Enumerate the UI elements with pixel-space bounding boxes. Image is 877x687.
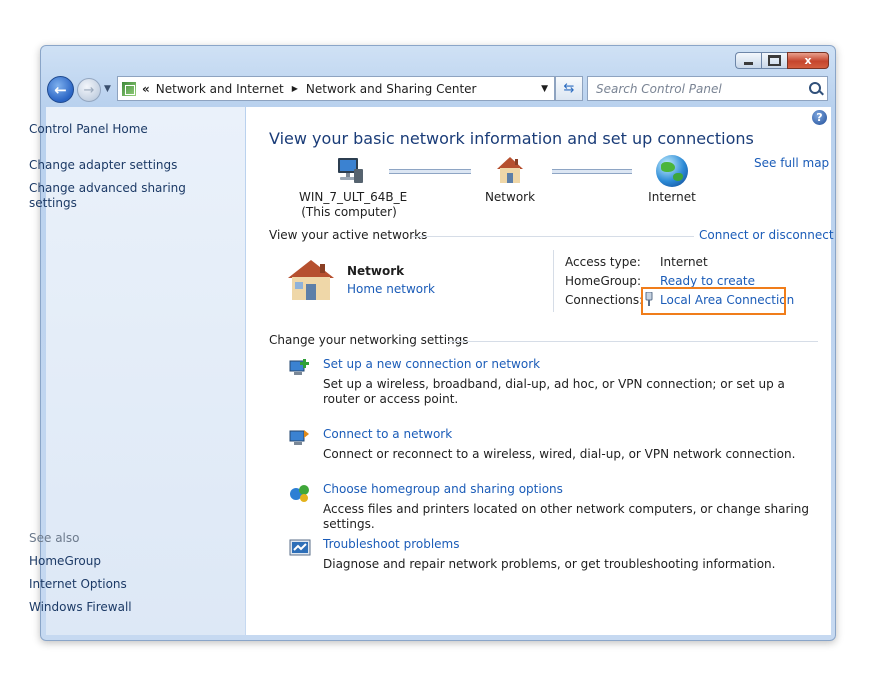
setup-new-connection-desc: Set up a wireless, broadband, dial-up, a… (323, 377, 785, 406)
access-type-label: Access type: (565, 255, 641, 269)
sidebar-link-windows-firewall[interactable]: Windows Firewall (29, 600, 189, 615)
homegroup-sharing-link[interactable]: Choose homegroup and sharing options (323, 482, 563, 496)
recent-pages-dropdown[interactable]: ▼ (104, 84, 111, 94)
see-also-label: See also (29, 531, 80, 545)
connect-to-network-desc: Connect or reconnect to a wireless, wire… (323, 447, 796, 461)
main-content (246, 107, 831, 635)
section-divider (412, 236, 694, 237)
internet-map-label[interactable]: Internet (632, 190, 712, 205)
sidebar-link-internet-options[interactable]: Internet Options (29, 577, 189, 592)
close-button[interactable]: x (787, 52, 829, 69)
breadcrumb-overflow[interactable]: « (142, 82, 150, 96)
globe-icon (656, 155, 688, 187)
house-icon-large (288, 260, 334, 300)
highlight-box (641, 287, 786, 315)
forward-arrow-icon: → (83, 82, 95, 98)
new-connection-icon (289, 359, 309, 375)
troubleshoot-link[interactable]: Troubleshoot problems (323, 537, 459, 551)
page-title: View your basic network information and … (269, 129, 754, 148)
troubleshoot-icon (289, 539, 311, 556)
computer-name: WIN_7_ULT_64B_E (299, 190, 408, 204)
address-bar[interactable]: « Network and Internet ▶ Network and Sha… (117, 76, 555, 101)
control-panel-icon (122, 81, 136, 96)
maximize-button[interactable] (761, 52, 787, 69)
search-icon[interactable] (809, 82, 821, 94)
connections-label: Connections: (565, 293, 644, 307)
connect-to-network-link[interactable]: Connect to a network (323, 427, 452, 441)
refresh-button[interactable]: ⇆ (555, 76, 583, 101)
caption-buttons: x (735, 52, 829, 69)
connect-or-disconnect-link[interactable]: Connect or disconnect (699, 228, 834, 242)
connect-network-icon (289, 430, 309, 445)
network-type-link[interactable]: Home network (347, 282, 435, 296)
section-divider-2 (448, 341, 818, 342)
back-arrow-icon: ← (54, 80, 67, 99)
computer-icon (338, 158, 363, 183)
network-name: Network (347, 264, 405, 278)
change-settings-header: Change your networking settings (269, 333, 469, 347)
help-icon[interactable]: ? (812, 110, 827, 125)
homegroup-icon (290, 485, 309, 502)
minimize-button[interactable] (735, 52, 761, 69)
homegroup-ready-link[interactable]: Ready to create (660, 274, 755, 288)
close-icon: x (804, 54, 812, 67)
setup-new-connection-link[interactable]: Set up a new connection or network (323, 357, 540, 371)
sidebar-link-change-adapter-settings[interactable]: Change adapter settings (29, 158, 189, 173)
minimize-icon (744, 61, 753, 65)
breadcrumb-separator-icon[interactable]: ▶ (292, 84, 298, 93)
troubleshoot-desc: Diagnose and repair network problems, or… (323, 557, 776, 571)
search-input[interactable]: Search Control Panel (587, 76, 828, 101)
map-connector-2 (552, 169, 632, 174)
chevron-down-icon: ▼ (104, 84, 111, 94)
map-connector-1 (389, 169, 471, 174)
access-type-value: Internet (660, 255, 708, 269)
breadcrumb-network-and-internet[interactable]: Network and Internet (156, 82, 284, 96)
network-details-divider (553, 250, 554, 312)
sidebar-link-change-advanced-sharing[interactable]: Change advanced sharing settings (29, 181, 189, 211)
homegroup-label: HomeGroup: (565, 274, 642, 288)
computer-subtitle: (This computer) (301, 205, 397, 219)
see-full-map-link[interactable]: See full map (754, 156, 829, 170)
back-button[interactable]: ← (47, 76, 74, 103)
search-placeholder: Search Control Panel (596, 81, 722, 96)
breadcrumb-network-and-sharing-center[interactable]: Network and Sharing Center (306, 82, 477, 96)
maximize-icon (768, 55, 781, 66)
computer-name-label[interactable]: WIN_7_ULT_64B_E (This computer) (299, 190, 408, 220)
sidebar-link-control-panel-home[interactable]: Control Panel Home (29, 122, 189, 137)
address-dropdown-icon[interactable]: ▼ (541, 84, 548, 94)
homegroup-sharing-desc: Access files and printers located on oth… (323, 502, 809, 531)
house-icon (497, 157, 523, 183)
sidebar-link-homegroup[interactable]: HomeGroup (29, 554, 189, 569)
network-map-label[interactable]: Network (470, 190, 550, 205)
refresh-icon: ⇆ (563, 81, 575, 96)
active-networks-header: View your active networks (269, 228, 428, 242)
forward-button[interactable]: → (77, 78, 101, 102)
